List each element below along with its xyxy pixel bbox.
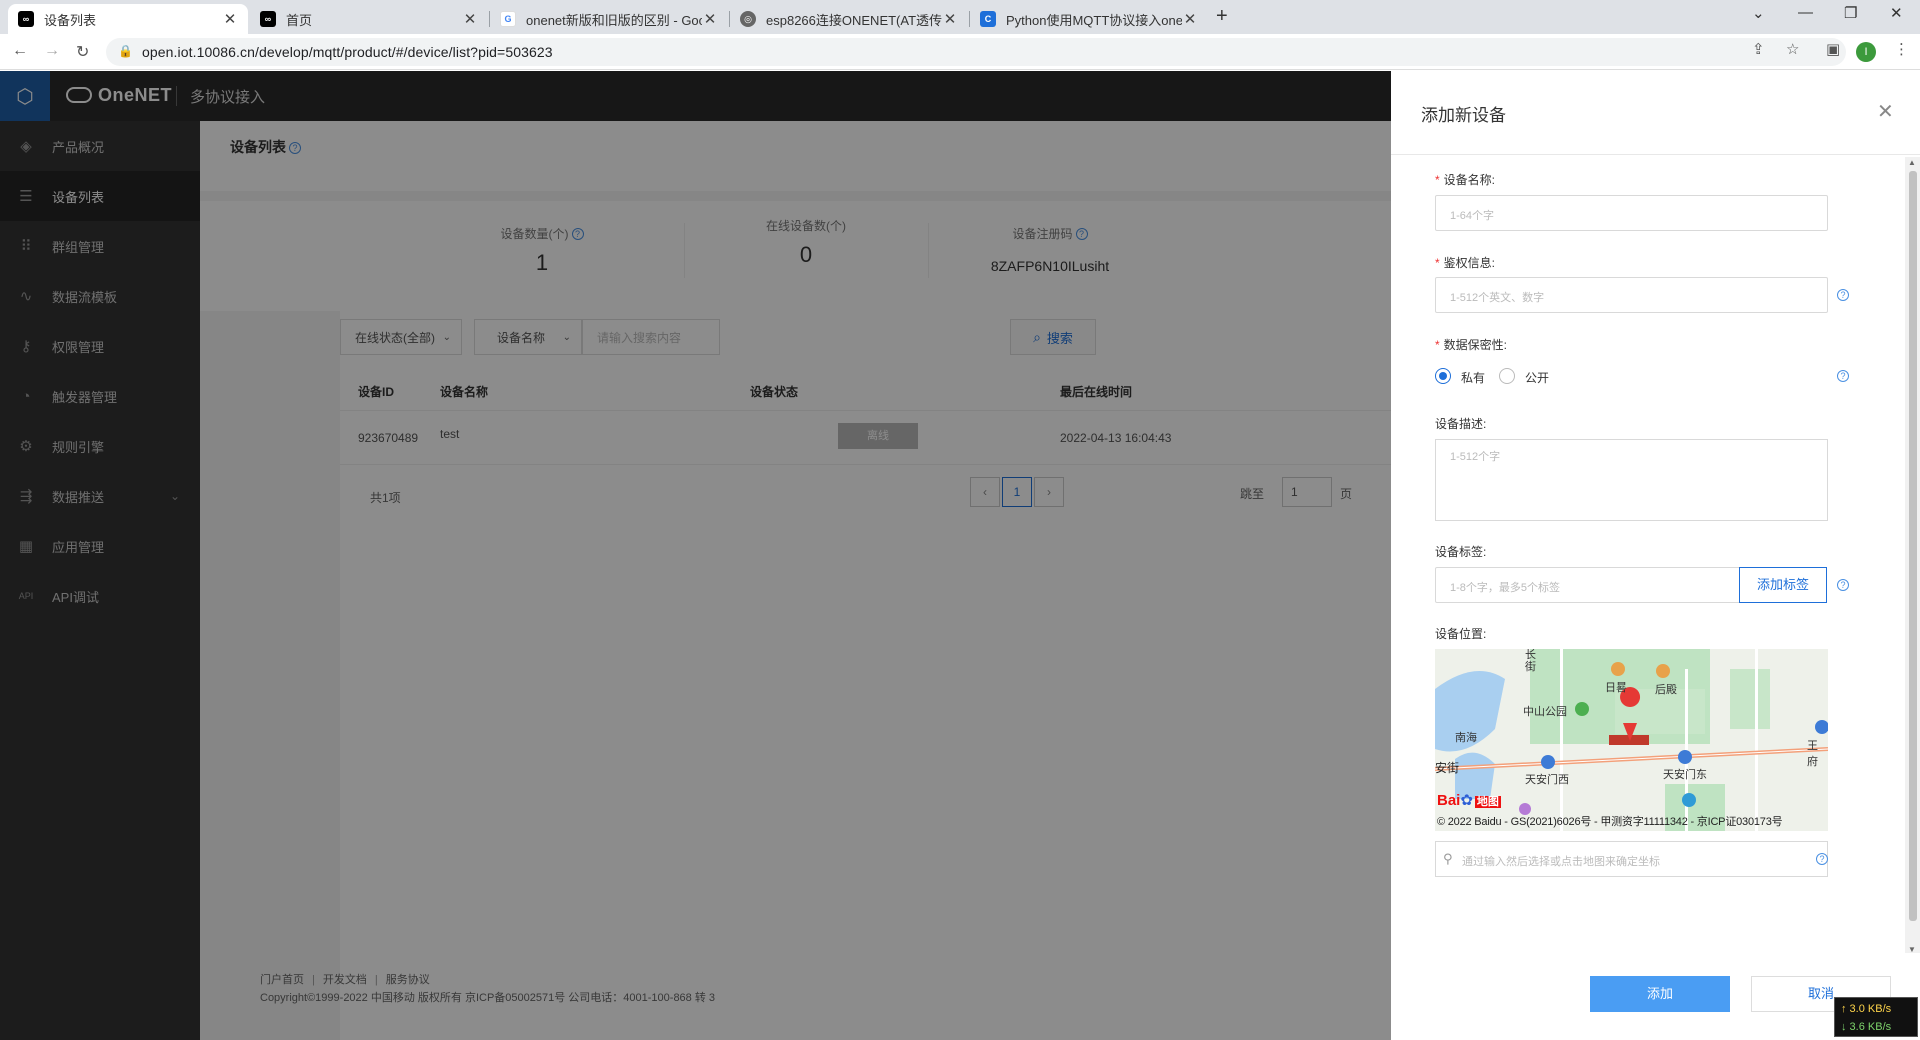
name-label: * 设备名称: [1435, 173, 1496, 187]
browser-tab-bar: ∞ 设备列表 ✕ ∞ 首页 ✕ G onenet新版和旧版的区别 - Goo ✕… [0, 0, 1920, 34]
help-icon[interactable]: ? [1816, 853, 1828, 865]
tag-label: 设备标签: [1435, 545, 1487, 559]
help-icon[interactable]: ? [1837, 370, 1849, 382]
close-icon[interactable]: ✕ [222, 10, 238, 28]
scrollbar-thumb[interactable] [1909, 171, 1917, 921]
tab-title: onenet新版和旧版的区别 - Goo [526, 12, 702, 28]
menu-kebab-icon[interactable]: ⋮ [1894, 40, 1909, 58]
reload-icon[interactable]: ↻ [76, 42, 89, 62]
forward-arrow-icon[interactable]: → [44, 42, 60, 60]
tab-google-search[interactable]: G onenet新版和旧版的区别 - Goo ✕ [490, 4, 728, 34]
close-icon[interactable]: ✕ [702, 10, 718, 28]
map-label: 天安门东 [1663, 769, 1707, 781]
tab-title: esp8266连接ONENET(AT透传原 [766, 12, 942, 28]
map-label: 中山公园 [1523, 706, 1567, 718]
privacy-label: * 数据保密性: [1435, 338, 1508, 352]
close-icon[interactable]: ✕ [942, 10, 958, 28]
minimize-icon[interactable]: — [1798, 4, 1813, 21]
tab-search-chevron-icon[interactable]: ⌄ [1752, 4, 1765, 22]
tab-device-list[interactable]: ∞ 设备列表 ✕ [8, 4, 248, 34]
network-speed-widget: ↑ 3.0 KB/s ↓ 3.6 KB/s [1834, 997, 1918, 1037]
privacy-private-radio[interactable] [1435, 368, 1451, 384]
new-tab-plus-icon[interactable]: + [1216, 5, 1228, 28]
lock-icon[interactable]: 🔒 [118, 44, 133, 58]
radio-label[interactable]: 私有 [1461, 369, 1485, 386]
url-text[interactable]: open.iot.10086.cn/develop/mqtt/product/#… [142, 44, 553, 60]
close-icon[interactable]: ✕ [462, 10, 478, 28]
tab-home[interactable]: ∞ 首页 ✕ [250, 4, 488, 34]
map-label: 安街 [1435, 761, 1460, 775]
app-root: ⬡ OneNET 多协议接入 ◈ 产品概况 ☰ 设备列表 ⠿ 群组管理 ∿ 数据流模板 … [0, 71, 1920, 1040]
map-label: 王府 [1807, 740, 1818, 768]
help-icon[interactable]: ? [1837, 579, 1849, 591]
location-label: 设备位置: [1435, 627, 1487, 641]
radio-label[interactable]: 公开 [1525, 369, 1549, 386]
drawer-header: 添加新设备 ✕ [1391, 71, 1920, 155]
tab-title: Python使用MQTT协议接入one [1006, 12, 1182, 28]
restore-icon[interactable]: ❐ [1844, 4, 1857, 22]
map-label: 南海 [1455, 732, 1477, 744]
tab-title: 设备列表 [44, 12, 97, 28]
window-close-icon[interactable]: ✕ [1890, 4, 1903, 22]
scroll-up-arrow-icon[interactable]: ▲ [1908, 158, 1916, 167]
location-map[interactable]: 长街 日晷 后殿 中山公园 南海 安街 天安门西 天安门东 王府 Bai✿ 地图 … [1435, 649, 1828, 831]
close-icon[interactable]: ✕ [1182, 10, 1198, 28]
back-arrow-icon[interactable]: ← [12, 42, 28, 60]
upload-speed: ↑ 3.0 KB/s [1841, 1003, 1892, 1015]
device-tag-input[interactable]: 1-8个字，最多5个标签 [1435, 567, 1741, 603]
map-pin-icon: ⚲ [1443, 851, 1453, 866]
auth-label: * 鉴权信息: [1435, 256, 1496, 270]
map-label: 日晷 [1605, 682, 1627, 694]
globe-favicon-icon: ◎ [740, 11, 756, 27]
device-desc-textarea[interactable]: 1-512个字 [1435, 439, 1828, 521]
tab-python-mqtt[interactable]: C Python使用MQTT协议接入one ✕ [970, 4, 1208, 34]
privacy-radio-group: 私有 公开 [1435, 368, 1635, 388]
omnibox[interactable]: 🔒 open.iot.10086.cn/develop/mqtt/product… [106, 38, 1846, 66]
csdn-favicon-icon: C [980, 11, 996, 27]
side-panel-icon[interactable]: ▣ [1826, 40, 1840, 58]
auth-info-input[interactable]: 1-512个英文、数字 [1435, 277, 1828, 313]
map-label: 长街 [1525, 649, 1536, 673]
bookmark-star-icon[interactable]: ☆ [1786, 40, 1799, 58]
desc-label: 设备描述: [1435, 417, 1487, 431]
add-device-drawer: 添加新设备 ✕ ▲ ▼ * 设备名称: 1-64个字 * 鉴权信息: 1-512个英… [1391, 71, 1920, 1040]
map-credit: © 2022 Baidu - GS(2021)6026号 - 甲测资字11111… [1437, 816, 1783, 828]
add-button[interactable]: 添加 [1590, 976, 1730, 1012]
tab-esp8266[interactable]: ◎ esp8266连接ONENET(AT透传原 ✕ [730, 4, 968, 34]
map-label: 天安门西 [1525, 774, 1569, 786]
add-tag-button[interactable]: 添加标签 [1739, 567, 1827, 603]
privacy-public-radio[interactable] [1499, 368, 1515, 384]
device-name-input[interactable]: 1-64个字 [1435, 195, 1828, 231]
help-icon[interactable]: ? [1837, 289, 1849, 301]
address-toolbar: ← → ↻ 🔒 open.iot.10086.cn/develop/mqtt/p… [0, 34, 1920, 70]
drawer-title: 添加新设备 [1421, 106, 1506, 125]
baidu-map-logo: Bai✿ 地图 [1437, 792, 1501, 809]
download-speed: ↓ 3.6 KB/s [1841, 1021, 1892, 1033]
tab-title: 首页 [286, 12, 313, 28]
google-favicon-icon: G [500, 11, 516, 27]
profile-avatar[interactable]: I [1856, 42, 1876, 62]
onenet-favicon-icon: ∞ [260, 11, 276, 27]
close-icon[interactable]: ✕ [1877, 99, 1894, 124]
map-label: 后殿 [1655, 684, 1677, 696]
share-icon[interactable]: ⇪ [1752, 40, 1765, 58]
location-search-input[interactable]: 通过输入然后选择或点击地图来确定坐标 [1435, 841, 1828, 877]
onenet-favicon-icon: ∞ [18, 11, 34, 27]
